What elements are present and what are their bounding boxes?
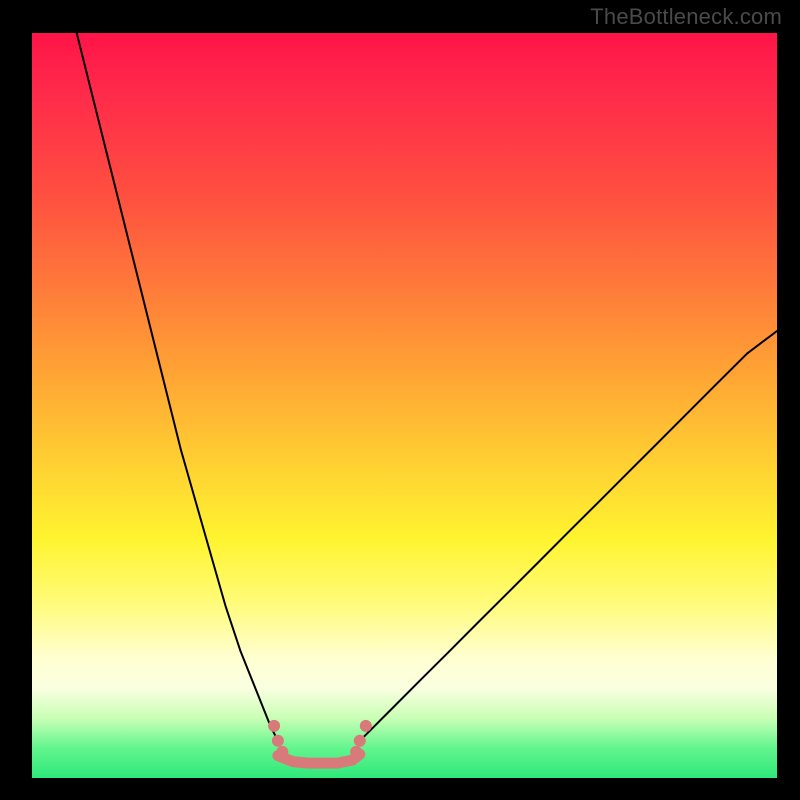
series-line-left_branch (77, 33, 278, 741)
watermark-text: TheBottleneck.com (590, 4, 782, 30)
series-point-marker_dots (268, 720, 280, 732)
series-line-right_branch (360, 331, 777, 741)
plot-area (32, 33, 777, 778)
series-point-marker_dots (276, 746, 288, 758)
series-line-flat_bottom (278, 754, 360, 763)
series-point-marker_dots (360, 720, 372, 732)
chart-frame: TheBottleneck.com (0, 0, 800, 800)
series-point-marker_dots (272, 735, 284, 747)
series-point-marker_dots (354, 735, 366, 747)
curve-layer (32, 33, 777, 778)
series-point-marker_dots (350, 746, 362, 758)
